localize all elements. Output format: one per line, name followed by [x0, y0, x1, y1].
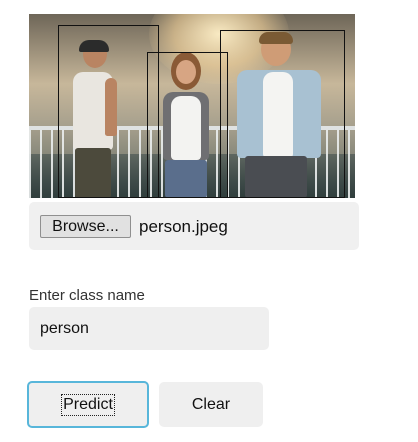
- class-name-input[interactable]: [29, 307, 269, 350]
- browse-button[interactable]: Browse...: [40, 215, 131, 238]
- predict-button-label: Predict: [61, 393, 115, 416]
- clear-button[interactable]: Clear: [159, 382, 263, 427]
- page: Browse... person.jpeg Enter class name P…: [0, 0, 418, 442]
- detection-box: [220, 30, 345, 198]
- preview-image: [29, 14, 355, 198]
- detection-box: [58, 25, 159, 198]
- selected-file-name: person.jpeg: [139, 217, 228, 236]
- file-upload: Browse... person.jpeg: [29, 202, 359, 250]
- predict-button[interactable]: Predict: [27, 381, 149, 428]
- class-name-label: Enter class name: [29, 287, 145, 304]
- detection-box: [147, 52, 228, 198]
